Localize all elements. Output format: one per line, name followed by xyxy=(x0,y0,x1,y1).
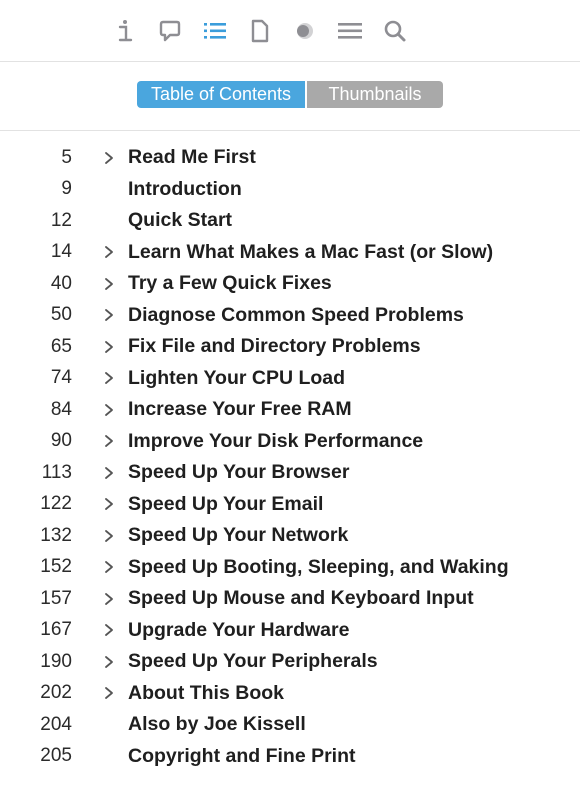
chevron-right-icon[interactable] xyxy=(104,434,128,448)
toc-title: Copyright and Fine Print xyxy=(128,744,356,767)
highlight-circle-icon xyxy=(294,20,316,42)
toc-title: Quick Start xyxy=(128,209,233,232)
chevron-right-icon[interactable] xyxy=(104,686,128,700)
chevron-right-icon[interactable] xyxy=(104,245,128,259)
toc-row[interactable]: 204 Also by Joe Kissell xyxy=(0,709,580,741)
toc-title: Speed Up Mouse and Keyboard Input xyxy=(128,587,474,610)
toc-row[interactable]: 65 Fix File and Directory Problems xyxy=(0,331,580,363)
toc-title: Speed Up Your Email xyxy=(128,492,324,515)
chevron-right-icon[interactable] xyxy=(104,340,128,354)
page-icon xyxy=(250,19,270,43)
toc-page-number: 12 xyxy=(50,209,72,231)
toc-row[interactable]: 152 Speed Up Booting, Sleeping, and Wakin… xyxy=(0,552,580,584)
toc-row[interactable]: 5 Read Me First xyxy=(0,142,580,174)
toc-page-number: 40 xyxy=(50,272,72,294)
page-button[interactable] xyxy=(237,11,282,51)
tab-thumbnails[interactable]: Thumbnails xyxy=(307,81,443,108)
toc-page-number: 204 xyxy=(40,713,72,735)
toc-row[interactable]: 14 Learn What Makes a Mac Fast (or Slow) xyxy=(0,237,580,269)
toolbar-divider xyxy=(0,61,580,62)
info-icon xyxy=(114,18,136,44)
text-button[interactable] xyxy=(327,11,372,51)
search-button[interactable] xyxy=(372,11,417,51)
toc-title: Introduction xyxy=(128,177,242,200)
highlights-button[interactable] xyxy=(282,11,327,51)
toc-title: Improve Your Disk Performance xyxy=(128,429,424,452)
chevron-right-icon[interactable] xyxy=(104,277,128,291)
toc-title: Learn What Makes a Mac Fast (or Slow) xyxy=(128,240,494,263)
toc-row[interactable]: 12 Quick Start xyxy=(0,205,580,237)
toc-row[interactable]: 84 Increase Your Free RAM xyxy=(0,394,580,426)
toc-page-number: 14 xyxy=(50,241,72,263)
chevron-right-icon[interactable] xyxy=(104,560,128,574)
toc-row[interactable]: 50 Diagnose Common Speed Problems xyxy=(0,300,580,332)
toc-title: Speed Up Booting, Sleeping, and Waking xyxy=(128,555,509,578)
tab-table-of-contents[interactable]: Table of Contents xyxy=(137,81,305,108)
toc-page-number: 152 xyxy=(40,556,72,578)
toc-page-number: 122 xyxy=(40,493,72,515)
toc-page-number: 5 xyxy=(61,146,72,168)
toc-page-number: 84 xyxy=(50,398,72,420)
chevron-right-icon[interactable] xyxy=(104,308,128,322)
comment-bubble-icon xyxy=(159,19,181,43)
chevron-right-icon[interactable] xyxy=(104,655,128,669)
toc-title: Speed Up Your Browser xyxy=(128,461,350,484)
toc-page-number: 50 xyxy=(50,304,72,326)
chevron-right-icon[interactable] xyxy=(104,592,128,606)
toc-page-number: 90 xyxy=(50,430,72,452)
chevron-right-icon[interactable] xyxy=(104,529,128,543)
toc-row[interactable]: 157 Speed Up Mouse and Keyboard Input xyxy=(0,583,580,615)
search-icon xyxy=(383,19,407,43)
toc-page-number: 113 xyxy=(41,461,72,483)
toc-row[interactable]: 205 Copyright and Fine Print xyxy=(0,741,580,773)
toc-page-number: 157 xyxy=(40,587,72,609)
toc-row[interactable]: 9 Introduction xyxy=(0,174,580,206)
toc-page-number: 65 xyxy=(50,335,72,357)
sidebar-toolbar xyxy=(0,0,580,62)
toc-page-number: 167 xyxy=(40,619,72,641)
toc-page-number: 205 xyxy=(40,745,72,767)
chevron-right-icon[interactable] xyxy=(104,623,128,637)
toc-page-number: 9 xyxy=(61,178,72,200)
chevron-right-icon[interactable] xyxy=(104,403,128,417)
chevron-right-icon[interactable] xyxy=(104,497,128,511)
toc-title: Increase Your Free RAM xyxy=(128,398,352,421)
toc-title: Diagnose Common Speed Problems xyxy=(128,303,464,326)
toc-title: Lighten Your CPU Load xyxy=(128,366,346,389)
toc-row[interactable]: 74 Lighten Your CPU Load xyxy=(0,363,580,395)
toc-title: Upgrade Your Hardware xyxy=(128,618,350,641)
toc-page-number: 132 xyxy=(40,524,72,546)
switcher-divider xyxy=(0,130,580,131)
chevron-right-icon[interactable] xyxy=(104,151,128,165)
toc-row[interactable]: 122 Speed Up Your Email xyxy=(0,489,580,521)
lines-icon xyxy=(337,21,363,41)
toc-title: Speed Up Your Peripherals xyxy=(128,650,378,673)
segmented-control: Table of Contents Thumbnails xyxy=(137,81,443,108)
toc-row[interactable]: 167 Upgrade Your Hardware xyxy=(0,615,580,647)
toc-button[interactable] xyxy=(192,11,237,51)
toc-title: Also by Joe Kissell xyxy=(128,713,306,736)
toc-title: About This Book xyxy=(128,681,284,704)
toc-row[interactable]: 90 Improve Your Disk Performance xyxy=(0,426,580,458)
toc-title: Try a Few Quick Fixes xyxy=(128,272,332,295)
chevron-right-icon[interactable] xyxy=(104,371,128,385)
toc-row[interactable]: 190 Speed Up Your Peripherals xyxy=(0,646,580,678)
toc-title: Fix File and Directory Problems xyxy=(128,335,421,358)
toc-title: Speed Up Your Network xyxy=(128,524,349,547)
view-switcher: Table of Contents Thumbnails xyxy=(0,81,580,108)
toc-title: Read Me First xyxy=(128,146,256,169)
toc-row[interactable]: 132 Speed Up Your Network xyxy=(0,520,580,552)
toc-page-number: 74 xyxy=(50,367,72,389)
toc-row[interactable]: 202 About This Book xyxy=(0,678,580,710)
table-of-contents-list: 5 Read Me First 9 Introduction 12 Quick Start… xyxy=(0,142,580,772)
toc-page-number: 190 xyxy=(40,650,72,672)
toc-row[interactable]: 113 Speed Up Your Browser xyxy=(0,457,580,489)
comments-button[interactable] xyxy=(147,11,192,51)
chevron-right-icon[interactable] xyxy=(104,466,128,480)
info-button[interactable] xyxy=(102,11,147,51)
list-icon xyxy=(203,20,227,42)
toc-row[interactable]: 40 Try a Few Quick Fixes xyxy=(0,268,580,300)
toc-page-number: 202 xyxy=(40,682,72,704)
